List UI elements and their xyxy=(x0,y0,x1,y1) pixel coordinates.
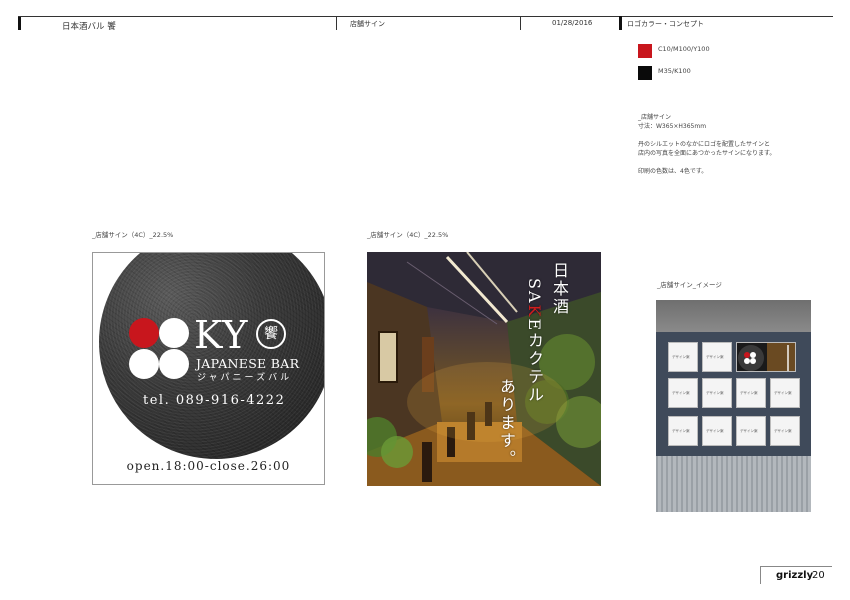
sign-panel: デザイン案 xyxy=(702,416,732,446)
right-section-label: ロゴカラー・コンセプト xyxy=(627,20,704,28)
footer-rule xyxy=(760,566,832,567)
concept-text-3: 印刷の色数は、4色です。 xyxy=(638,168,708,175)
store-sign-logo: KY 饗 JAPANESE BAR ジャパニーズバル tel. 089-916-… xyxy=(92,252,325,485)
logo-dot xyxy=(129,349,159,379)
storefront-window: デザイン案 デザイン案 デザイン案 デザイン案 デザイン案 デザイン案 デザイン… xyxy=(656,332,811,456)
sign-panel: デザイン案 xyxy=(702,378,732,408)
sign-text-cocktail: SAKEカクテル xyxy=(525,278,544,405)
concept-size: 寸法：W365×H365mm xyxy=(638,123,707,130)
header-separator xyxy=(520,16,521,30)
sign-panel: デザイン案 xyxy=(736,416,766,446)
sign-panel: デザイン案 xyxy=(770,416,800,446)
sign-text-sake: 日本酒 xyxy=(550,262,569,316)
logo-wordmark: KY xyxy=(194,313,249,357)
concept-heading: _店舗サイン xyxy=(638,114,672,121)
header-separator xyxy=(336,16,337,30)
concept-text-2: 店内の写真を全面にあつかったサインになります。 xyxy=(638,150,776,157)
storefront-top xyxy=(656,300,811,332)
black-swatch xyxy=(638,66,652,80)
sign-panel: デザイン案 xyxy=(770,378,800,408)
red-swatch xyxy=(638,44,652,58)
sign-panel: デザイン案 xyxy=(736,378,766,408)
red-swatch-label: C10/M100/Y100 xyxy=(658,45,710,53)
header-bar-right xyxy=(619,16,622,30)
header-rule xyxy=(18,16,833,17)
sign1-caption: _店舗サイン（4C）_22.5% xyxy=(92,231,174,239)
logo-kana: ジャパニーズバル xyxy=(197,373,293,383)
sign-panel: デザイン案 xyxy=(668,342,698,372)
footer-rule-vertical xyxy=(760,566,761,584)
sign-panel-highlight xyxy=(736,342,796,372)
logo-subtitle: JAPANESE BAR xyxy=(196,356,300,371)
logo-dot xyxy=(159,318,189,348)
sign2-caption: _店舗サイン（4C）_22.5% xyxy=(367,231,449,239)
sign-panel: デザイン案 xyxy=(668,378,698,408)
section-label: 店舗サイン xyxy=(350,20,385,28)
telephone-text: tel. 089-916-4222 xyxy=(143,393,286,408)
storefront-image: デザイン案 デザイン案 デザイン案 デザイン案 デザイン案 デザイン案 デザイン… xyxy=(656,300,811,512)
storefront-wall xyxy=(656,456,811,512)
sign-text-available: あります。 xyxy=(497,378,516,468)
logo-dot-red xyxy=(129,318,159,348)
page-number: 20 xyxy=(812,570,825,581)
footer-brand: grizzly xyxy=(776,570,814,581)
sign-panel: デザイン案 xyxy=(668,416,698,446)
date-label: 01/28/2016 xyxy=(552,19,593,27)
header-bar-left xyxy=(18,16,21,30)
sign-panel: デザイン案 xyxy=(702,342,732,372)
logo-dot xyxy=(159,349,189,379)
concept-text-1: 丹のシルエットのなかにロゴを配置したサインと xyxy=(638,141,771,148)
page-title: 日本酒バル 饗 xyxy=(62,22,116,32)
logo-kanji-ring: 饗 xyxy=(256,319,286,349)
opening-hours: open.18:00-close.26:00 xyxy=(126,459,291,473)
image-caption: _店舗サイン_イメージ xyxy=(657,281,722,289)
black-swatch-label: M35/K100 xyxy=(658,67,691,75)
